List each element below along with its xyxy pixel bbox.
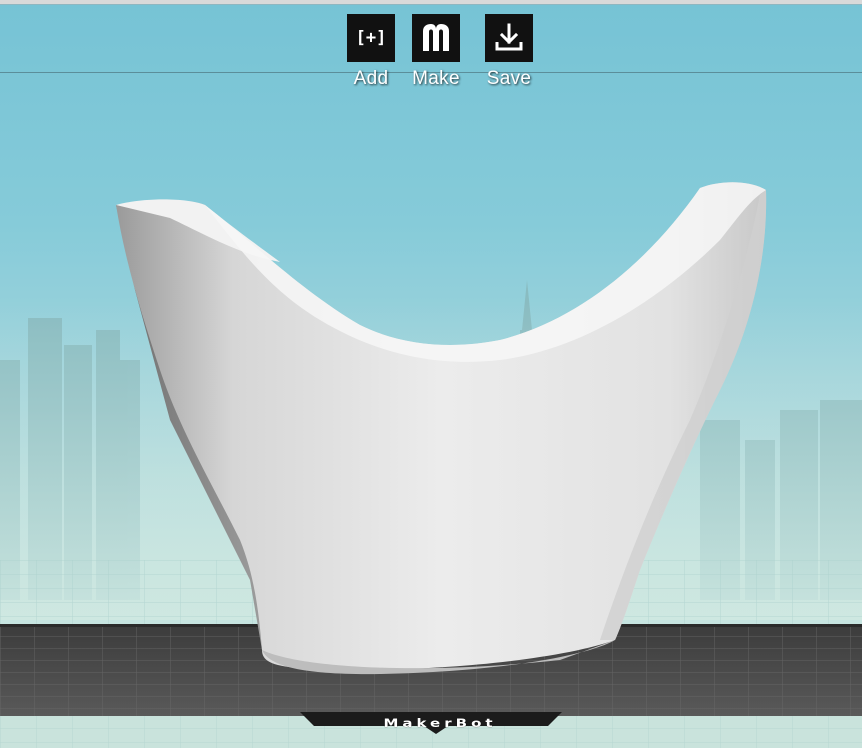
add-bracket-icon: [+] xyxy=(347,14,395,62)
download-icon xyxy=(485,14,533,62)
save-label: Save xyxy=(486,68,532,89)
save-button[interactable]: Save xyxy=(469,14,549,90)
make-button[interactable]: Make xyxy=(396,14,476,90)
window-top-border xyxy=(0,0,862,5)
build-viewport[interactable]: [+] Add Make Save MakerBot xyxy=(0,0,862,748)
make-label: Make xyxy=(412,68,460,89)
makerbot-plate-logo: MakerBot xyxy=(383,716,497,730)
makerbot-m-icon xyxy=(412,14,460,62)
3d-scene[interactable] xyxy=(0,0,862,748)
